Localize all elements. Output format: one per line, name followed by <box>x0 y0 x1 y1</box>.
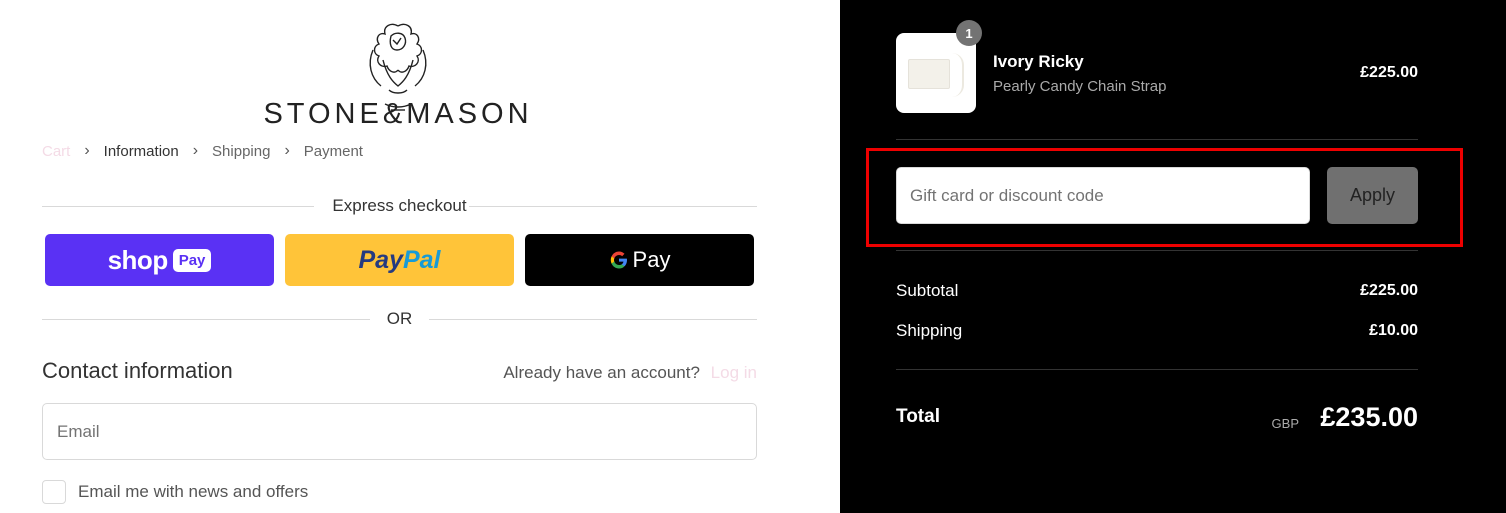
product-variant: Pearly Candy Chain Strap <box>993 78 1167 95</box>
divider <box>896 250 1418 251</box>
newsletter-label: Email me with news and offers <box>78 482 309 501</box>
breadcrumb-information: Information <box>103 142 179 160</box>
discount-code-input[interactable] <box>896 167 1310 224</box>
email-field[interactable] <box>42 403 757 460</box>
paypal-word-pal: Pal <box>402 245 441 274</box>
divider <box>429 319 757 320</box>
breadcrumb: Cart › Information › Shipping › Payment <box>42 142 363 160</box>
product-image-strap <box>948 53 964 97</box>
brand-logo[interactable]: STONE&MASON <box>258 20 538 130</box>
product-name: Ivory Ricky <box>993 52 1084 71</box>
newsletter-checkbox[interactable] <box>42 480 66 504</box>
divider <box>896 369 1418 370</box>
google-g-icon <box>610 251 627 269</box>
shop-pay-button[interactable]: shop Pay <box>45 234 274 286</box>
breadcrumb-cart[interactable]: Cart <box>42 143 70 160</box>
contact-information-title: Contact information <box>42 358 233 383</box>
breadcrumb-payment: Payment <box>303 142 363 160</box>
checkout-main: STONE&MASON Cart › Information › Shippin… <box>0 0 840 513</box>
newsletter-option[interactable]: Email me with news and offers <box>42 480 308 504</box>
login-link[interactable]: Log in <box>711 363 757 382</box>
subtotal-value: £225.00 <box>1360 282 1418 299</box>
account-prompt: Already have an account? Log in <box>503 363 757 383</box>
google-pay-word: Pay <box>632 247 671 272</box>
or-separator: OR <box>42 309 757 329</box>
subtotal-label: Subtotal <box>896 281 959 300</box>
chevron-right-icon: › <box>84 142 90 159</box>
shop-pay-pill: Pay <box>172 248 212 272</box>
breadcrumb-shipping: Shipping <box>212 142 271 160</box>
google-pay-button[interactable]: Pay <box>525 234 754 286</box>
product-price: £225.00 <box>1360 64 1418 81</box>
shipping-value: £10.00 <box>1369 322 1418 339</box>
total-value: £235.00 <box>1320 402 1418 432</box>
brand-name: STONE&MASON <box>263 98 533 130</box>
total-label: Total <box>896 406 940 427</box>
paypal-button[interactable]: Pay Pal <box>285 234 514 286</box>
account-prompt-text: Already have an account? <box>503 363 700 382</box>
divider <box>896 139 1418 140</box>
apply-button[interactable]: Apply <box>1327 167 1418 224</box>
shop-pay-word: shop <box>107 244 169 275</box>
paypal-word-pay: Pay <box>358 245 403 274</box>
chevron-right-icon: › <box>192 142 199 159</box>
express-checkout-heading: Express checkout <box>42 196 757 216</box>
chevron-right-icon: › <box>284 142 290 159</box>
shipping-label: Shipping <box>896 321 963 340</box>
quantity-badge: 1 <box>956 20 982 46</box>
product-image-bag <box>908 59 950 89</box>
currency-code: GBP <box>1271 416 1299 431</box>
divider <box>469 206 757 207</box>
order-summary: 1 Ivory Ricky Pearly Candy Chain Strap £… <box>840 0 1506 513</box>
